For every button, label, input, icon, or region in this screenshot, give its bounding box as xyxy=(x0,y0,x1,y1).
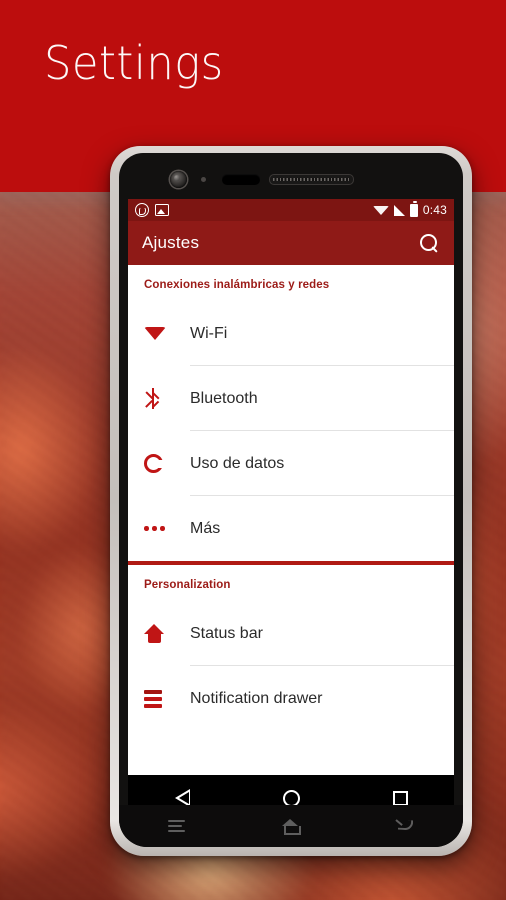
battery-icon xyxy=(409,201,418,217)
app-bar: Ajustes xyxy=(128,221,454,265)
app-bar-title: Ajustes xyxy=(142,233,200,252)
whatsapp-icon xyxy=(135,203,149,217)
settings-row-data-usage[interactable]: Uso de datos xyxy=(128,431,454,496)
more-icon xyxy=(144,526,190,531)
settings-row-notification-drawer[interactable]: Notification drawer xyxy=(128,666,454,731)
settings-row-label: Uso de datos xyxy=(190,454,285,472)
front-camera-icon xyxy=(170,171,187,188)
status-bar-system-icons: 0:43 xyxy=(372,201,447,217)
status-bar: 0:43 xyxy=(128,199,454,221)
screenshot-stage: Settings 0:43 Ajustes Conexiones inalámb… xyxy=(0,0,506,900)
phone-device-mockup: 0:43 Ajustes Conexiones inalámbricas y r… xyxy=(110,146,472,856)
home-icon[interactable] xyxy=(281,819,301,835)
wifi-icon xyxy=(144,327,190,340)
earpiece-speaker-icon xyxy=(269,174,354,185)
search-icon[interactable] xyxy=(418,232,440,254)
notification-drawer-icon xyxy=(144,689,190,708)
settings-row-label: Notification drawer xyxy=(190,689,323,707)
section-header-wireless: Conexiones inalámbricas y redes xyxy=(144,279,330,291)
image-icon xyxy=(155,204,169,216)
settings-row-status-bar[interactable]: Status bar xyxy=(128,601,454,666)
signal-icon xyxy=(393,204,405,216)
settings-list: Conexiones inalámbricas y redes Wi-Fi Bl… xyxy=(128,265,454,731)
settings-row-label: Más xyxy=(190,519,221,537)
bluetooth-icon xyxy=(144,388,190,409)
sensor-slot xyxy=(222,174,260,185)
settings-row-more[interactable]: Más xyxy=(128,496,454,561)
menu-icon[interactable] xyxy=(167,820,185,832)
page-title: Settings xyxy=(44,36,224,90)
phone-body: 0:43 Ajustes Conexiones inalámbricas y r… xyxy=(119,153,463,847)
status-bar-notifications xyxy=(135,203,169,217)
home-icon[interactable] xyxy=(282,789,300,807)
recents-icon[interactable] xyxy=(392,790,408,806)
settings-row-wifi[interactable]: Wi-Fi xyxy=(128,301,454,366)
phone-top-bezel xyxy=(119,169,463,193)
phone-screen: 0:43 Ajustes Conexiones inalámbricas y r… xyxy=(128,199,454,775)
settings-row-label: Bluetooth xyxy=(190,389,258,407)
settings-row-label: Wi-Fi xyxy=(190,324,228,342)
proximity-sensor-icon xyxy=(201,177,206,182)
capacitive-key-strip xyxy=(119,805,463,847)
settings-row-bluetooth[interactable]: Bluetooth xyxy=(128,366,454,431)
settings-row-label: Status bar xyxy=(190,624,263,642)
status-bar-clock: 0:43 xyxy=(422,203,447,217)
wifi-icon xyxy=(372,205,389,215)
data-usage-icon xyxy=(144,454,190,473)
back-icon[interactable] xyxy=(396,819,414,833)
section-header-personalization: Personalization xyxy=(144,579,231,591)
home-icon xyxy=(144,624,190,643)
